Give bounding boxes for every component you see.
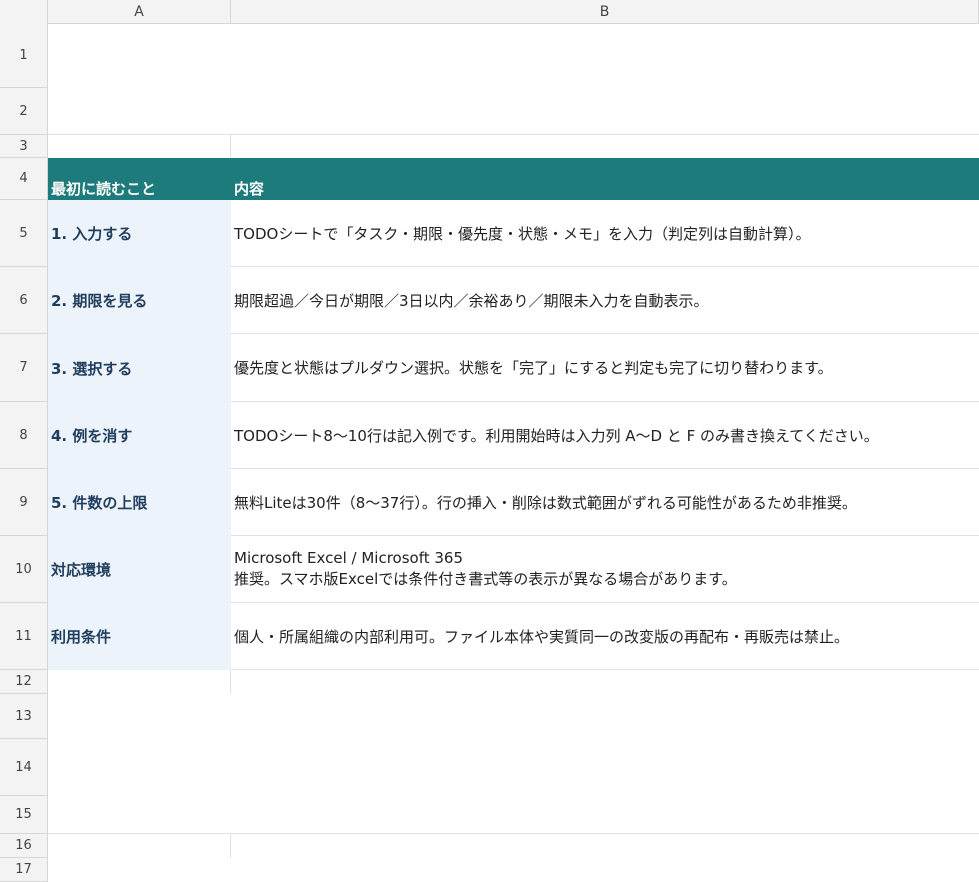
row-header[interactable]: 12 xyxy=(0,670,48,694)
header-cell-first-read[interactable]: 最初に読むこと xyxy=(48,158,231,200)
label-cell[interactable]: 2. 期限を見る xyxy=(48,267,231,334)
row-header[interactable]: 10 xyxy=(0,536,48,603)
spreadsheet: A B 1 2 3 4 最初に読むこと 内容 5 1. 入力する TODOシート… xyxy=(0,0,979,882)
content-cell[interactable]: TODOシートで「タスク・期限・優先度・状態・メモ」を入力（判定列は自動計算）。 xyxy=(231,200,979,267)
row-header[interactable]: 3 xyxy=(0,135,48,158)
row-header[interactable]: 15 xyxy=(0,796,48,834)
sheet-row: 4 最初に読むこと 内容 xyxy=(0,158,979,200)
header-cell-content[interactable]: 内容 xyxy=(231,158,979,200)
label-cell[interactable]: 利用条件 xyxy=(48,603,231,670)
row-header[interactable]: 8 xyxy=(0,402,48,469)
cell-a16[interactable] xyxy=(48,834,231,858)
cell-a2-b2[interactable] xyxy=(48,88,979,135)
table-row: 5 1. 入力する TODOシートで「タスク・期限・優先度・状態・メモ」を入力（… xyxy=(0,200,979,267)
content-cell[interactable]: Microsoft Excel / Microsoft 365 推奨。スマホ版E… xyxy=(231,536,979,603)
table-row: 11 利用条件 個人・所属組織の内部利用可。ファイル本体や実質同一の改変版の再配… xyxy=(0,603,979,670)
row-header[interactable]: 4 xyxy=(0,158,48,200)
sheet-row: 14 xyxy=(0,739,979,796)
column-header-b[interactable]: B xyxy=(231,0,979,24)
row-header[interactable]: 16 xyxy=(0,834,48,858)
content-cell[interactable]: TODOシート8〜10行は記入例です。利用開始時は入力列 A〜D と F のみ書… xyxy=(231,402,979,469)
row-header[interactable]: 9 xyxy=(0,469,48,536)
sheet-row: 13 xyxy=(0,694,979,739)
row-header[interactable]: 5 xyxy=(0,200,48,267)
label-cell[interactable]: 対応環境 xyxy=(48,536,231,603)
cell-b3[interactable] xyxy=(231,135,979,158)
content-line: Microsoft Excel / Microsoft 365 xyxy=(234,549,464,567)
content-cell[interactable]: 期限超過／今日が期限／3日以内／余裕あり／期限未入力を自動表示。 xyxy=(231,267,979,334)
sheet-row: 16 xyxy=(0,834,979,858)
content-cell[interactable]: 優先度と状態はプルダウン選択。状態を「完了」にすると判定も完了に切り替わります。 xyxy=(231,334,979,402)
column-header-row: A B xyxy=(0,0,979,24)
table-row: 9 5. 件数の上限 無料Liteは30件（8〜37行）。行の挿入・削除は数式範… xyxy=(0,469,979,536)
cell-a15-b15[interactable] xyxy=(48,796,979,834)
content-line: 推奨。スマホ版Excelでは条件付き書式等の表示が異なる場合があります。 xyxy=(234,570,737,588)
table-row: 8 4. 例を消す TODOシート8〜10行は記入例です。利用開始時は入力列 A… xyxy=(0,402,979,469)
sheet-row: 17 xyxy=(0,858,979,882)
label-cell[interactable]: 4. 例を消す xyxy=(48,402,231,469)
sheet-row: 1 xyxy=(0,24,979,88)
table-row: 7 3. 選択する 優先度と状態はプルダウン選択。状態を「完了」にすると判定も完… xyxy=(0,334,979,402)
row-header[interactable]: 1 xyxy=(0,24,48,88)
row-header[interactable]: 2 xyxy=(0,88,48,135)
cell-a12[interactable] xyxy=(48,670,231,694)
content-cell[interactable]: 個人・所属組織の内部利用可。ファイル本体や実質同一の改変版の再配布・再販売は禁止… xyxy=(231,603,979,670)
sheet-row: 12 xyxy=(0,670,979,694)
row-header[interactable]: 11 xyxy=(0,603,48,670)
row-header[interactable]: 17 xyxy=(0,858,48,882)
sheet-row: 15 xyxy=(0,796,979,834)
label-cell[interactable]: 3. 選択する xyxy=(48,334,231,402)
cell-a3[interactable] xyxy=(48,135,231,158)
sheet-row: 2 xyxy=(0,88,979,135)
column-header-a[interactable]: A xyxy=(48,0,231,24)
row-header[interactable]: 13 xyxy=(0,694,48,739)
row-header[interactable]: 14 xyxy=(0,739,48,796)
sheet-row: 3 xyxy=(0,135,979,158)
label-cell[interactable]: 5. 件数の上限 xyxy=(48,469,231,536)
row-header[interactable]: 7 xyxy=(0,334,48,402)
table-row: 6 2. 期限を見る 期限超過／今日が期限／3日以内／余裕あり／期限未入力を自動… xyxy=(0,267,979,334)
content-cell[interactable]: 無料Liteは30件（8〜37行）。行の挿入・削除は数式範囲がずれる可能性がある… xyxy=(231,469,979,536)
table-row: 10 対応環境 Microsoft Excel / Microsoft 365 … xyxy=(0,536,979,603)
row-header[interactable]: 6 xyxy=(0,267,48,334)
select-all-corner[interactable] xyxy=(0,0,48,24)
label-cell[interactable]: 1. 入力する xyxy=(48,200,231,267)
